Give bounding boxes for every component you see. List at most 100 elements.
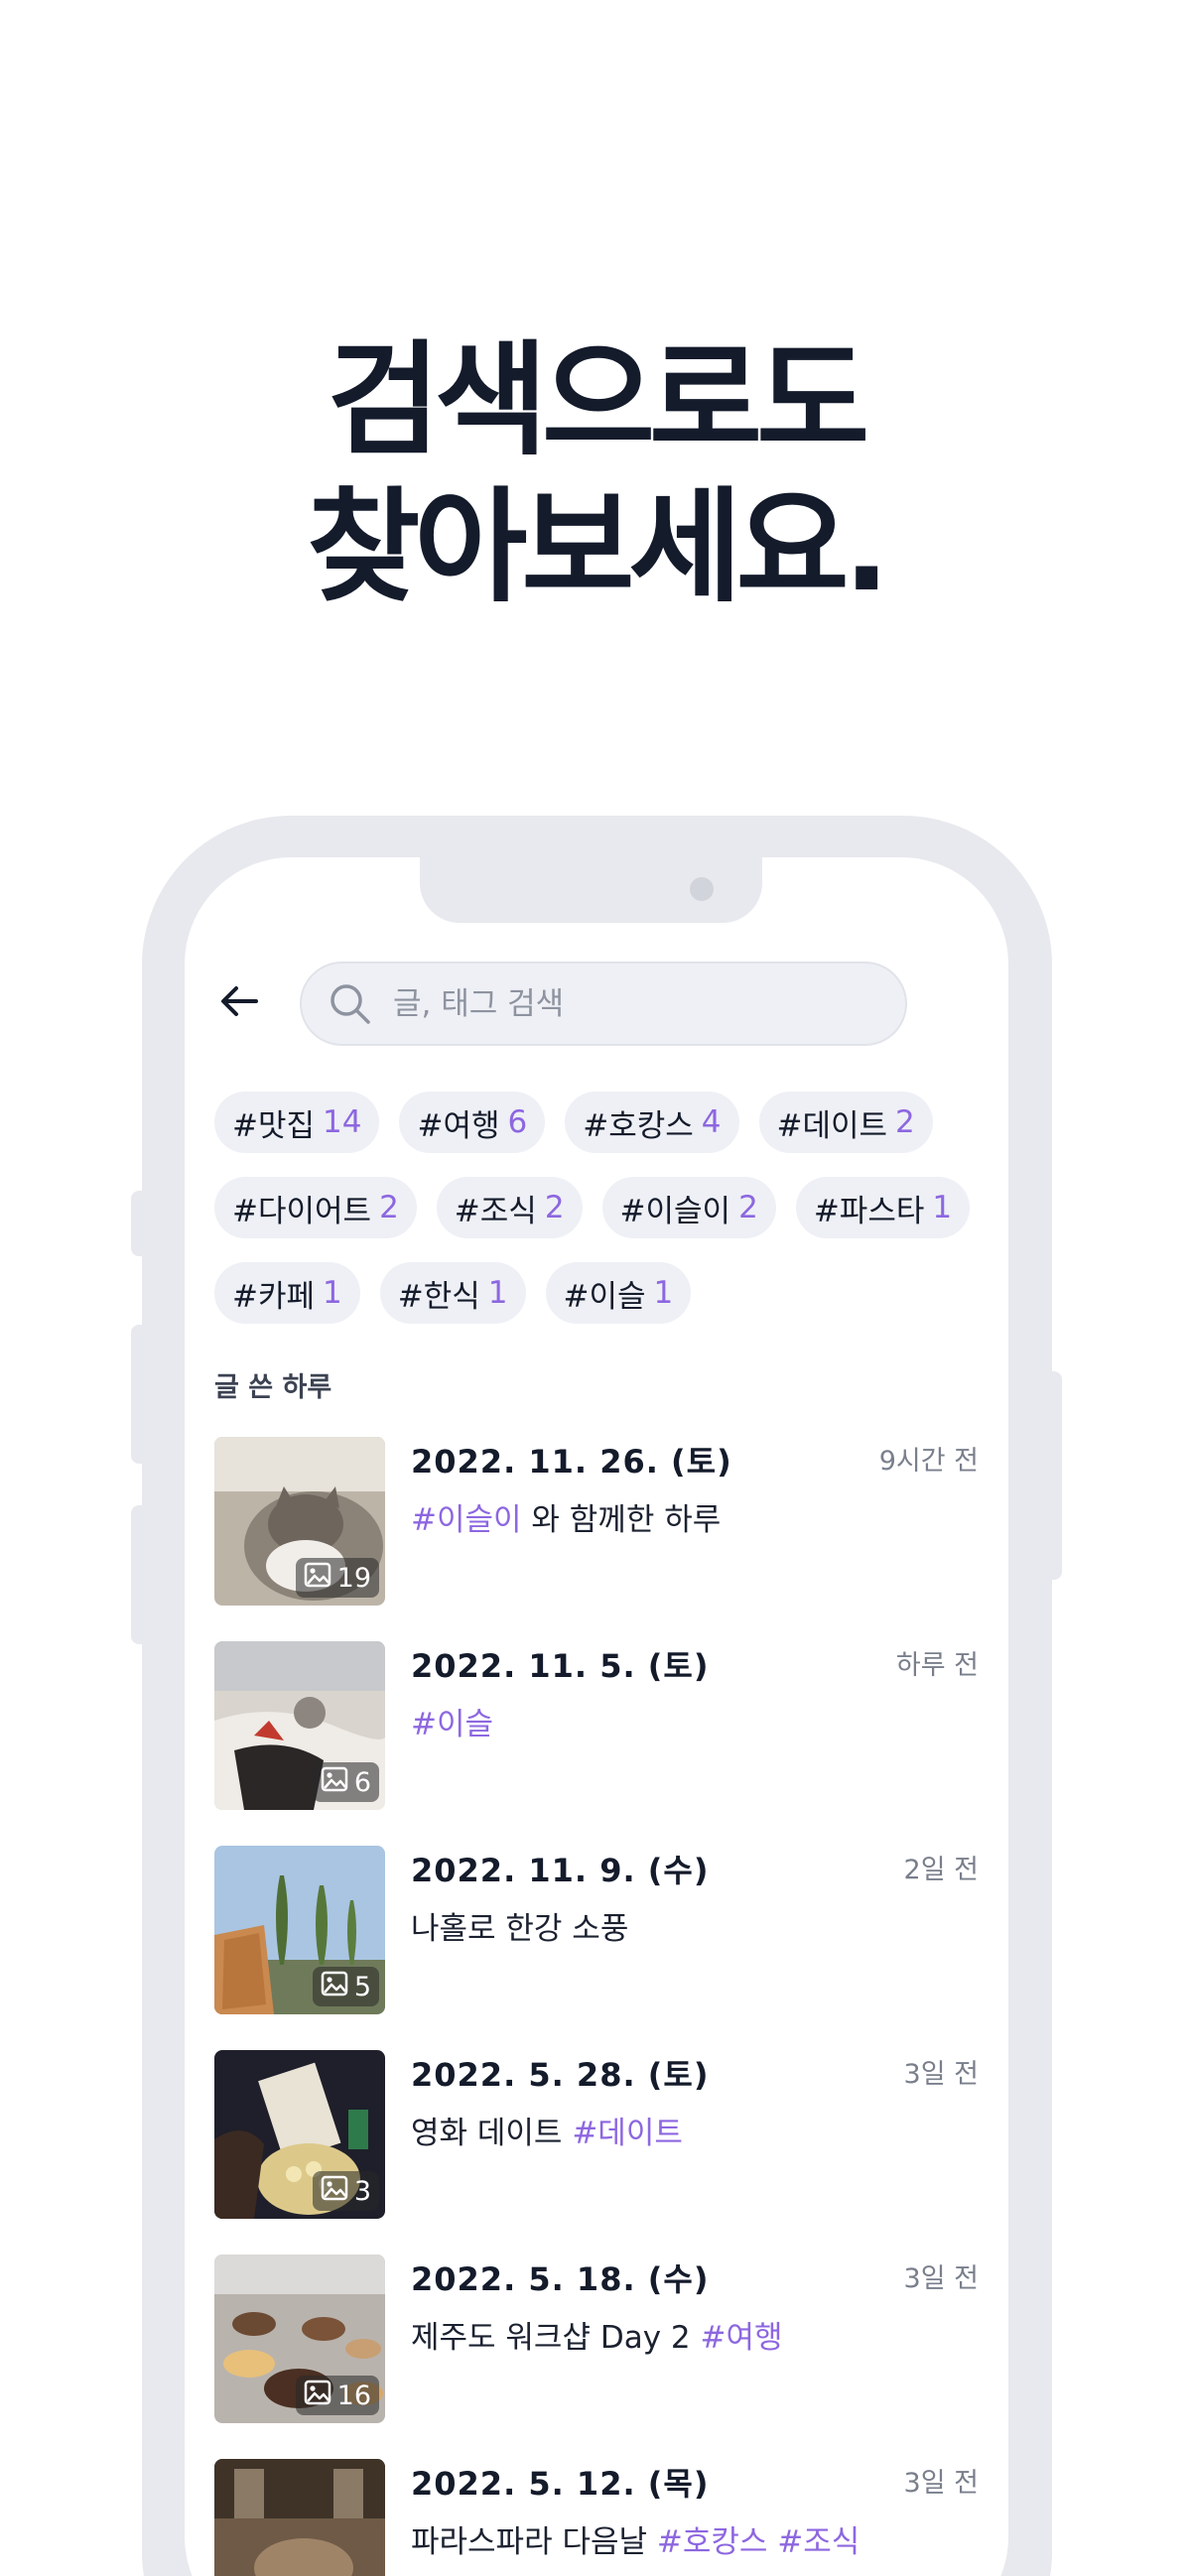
tag-chip[interactable]: #맛집 14 bbox=[214, 1092, 380, 1153]
post-time-ago: 3일 전 bbox=[903, 2468, 979, 2499]
headline-line-2: 찾아보세요. bbox=[307, 476, 890, 619]
tag-chip[interactable]: #이슬 1 bbox=[545, 1262, 692, 1324]
tag-chip-count: 2 bbox=[379, 1190, 399, 1225]
tag-chip-count: 1 bbox=[653, 1275, 674, 1311]
post-title: 나홀로 한강 소풍 bbox=[411, 1903, 628, 1948]
search-bar[interactable] bbox=[300, 962, 907, 1046]
tag-chip-count: 1 bbox=[323, 1275, 342, 1311]
tag-chip[interactable]: #카페 1 bbox=[214, 1262, 360, 1324]
photo-count: 5 bbox=[353, 1971, 371, 2002]
post-hashtag[interactable]: #데이트 bbox=[572, 2116, 683, 2151]
tag-chip[interactable]: #한식 1 bbox=[379, 1262, 526, 1324]
post-hashtag[interactable]: #호캉스 #조식 bbox=[657, 2524, 860, 2560]
post-title: 파라스파라 다음날 #호캉스 #조식 bbox=[411, 2516, 860, 2561]
post-list-item[interactable]: 5 2022. 11. 9. (수) 2일 전나홀로 한강 소풍 bbox=[214, 1846, 979, 2014]
tag-chip-label: #여행 bbox=[417, 1107, 500, 1144]
tag-chip-label: #다이어트 bbox=[232, 1193, 372, 1229]
tag-chip[interactable]: #파스타 1 bbox=[795, 1177, 971, 1238]
tag-chip[interactable]: #호캉스 4 bbox=[565, 1092, 739, 1153]
post-hashtag[interactable]: #여행 bbox=[700, 2320, 782, 2356]
post-list-item[interactable]: 3 2022. 5. 28. (토) 3일 전영화 데이트 #데이트 bbox=[214, 2050, 979, 2219]
headline-line-1: 검색으로도 bbox=[327, 329, 869, 472]
post-list-item[interactable]: 16 2022. 5. 18. (수) 3일 전제주도 워크샵 Day 2 #여행 bbox=[214, 2254, 979, 2423]
back-arrow-icon[interactable] bbox=[214, 976, 264, 1026]
tag-chip[interactable]: #조식 2 bbox=[436, 1177, 583, 1238]
post-date: 2022. 11. 26. (토) bbox=[411, 1443, 732, 1481]
post-title: #이슬이 와 함께한 하루 bbox=[411, 1494, 721, 1539]
photo-count-badge: 3 bbox=[312, 2171, 379, 2211]
tag-chip-label: #한식 bbox=[397, 1278, 480, 1315]
post-list-item[interactable]: 19 2022. 11. 26. (토) 9시간 전 #이슬이 와 함께한 하루 bbox=[214, 1437, 979, 1606]
post-date: 2022. 11. 9. (수) bbox=[411, 1852, 710, 1889]
search-input[interactable] bbox=[393, 985, 905, 1022]
tag-chip-label: #파스타 bbox=[813, 1193, 925, 1229]
photo-count-badge: 19 bbox=[295, 1558, 379, 1598]
post-thumbnail: 3 bbox=[214, 2050, 385, 2219]
photo-count: 6 bbox=[353, 1766, 371, 1798]
tag-chip-label: #호캉스 bbox=[583, 1107, 694, 1144]
post-list-item[interactable]: 6 2022. 11. 5. (토) 하루 전 #이슬 bbox=[214, 1641, 979, 1810]
section-title: 글 쓴 하루 bbox=[214, 1372, 332, 1403]
tag-chip-count: 6 bbox=[507, 1104, 528, 1140]
post-hashtag[interactable]: #이슬이 bbox=[411, 1502, 522, 1538]
post-list: 19 2022. 11. 26. (토) 9시간 전 #이슬이 와 함께한 하루 6 20… bbox=[214, 1437, 979, 2576]
post-thumbnail: 6 bbox=[214, 1641, 385, 1810]
photo-count: 3 bbox=[353, 2175, 371, 2207]
tag-chip-label: #이슬이 bbox=[619, 1193, 731, 1229]
photo-count-badge: 6 bbox=[312, 1762, 379, 1802]
tag-chip-count: 2 bbox=[738, 1190, 758, 1225]
post-time-ago: 3일 전 bbox=[903, 2059, 979, 2090]
photo-count-badge: 16 bbox=[295, 2376, 379, 2415]
post-time-ago: 2일 전 bbox=[903, 1855, 979, 1885]
post-time-ago: 9시간 전 bbox=[878, 1446, 979, 1477]
tag-chip[interactable]: #여행 6 bbox=[399, 1092, 546, 1153]
image-icon bbox=[304, 1562, 331, 1595]
photo-count: 16 bbox=[336, 2380, 371, 2411]
post-thumbnail: 19 bbox=[214, 1437, 385, 1606]
image-icon bbox=[321, 1971, 348, 2003]
headline: 검색으로도 찾아보세요. bbox=[0, 327, 1191, 621]
photo-count-badge: 5 bbox=[312, 1967, 379, 2006]
post-date: 2022. 5. 18. (수) bbox=[411, 2260, 710, 2298]
tag-chip-count: 14 bbox=[323, 1104, 362, 1140]
tag-chip-label: #맛집 bbox=[232, 1107, 316, 1144]
search-icon bbox=[331, 983, 370, 1024]
post-time-ago: 하루 전 bbox=[895, 1650, 979, 1681]
tag-chip-label: #카페 bbox=[232, 1278, 316, 1315]
post-title: 영화 데이트 #데이트 bbox=[411, 2108, 683, 2152]
image-icon bbox=[321, 1766, 348, 1799]
tag-chip[interactable]: #다이어트 2 bbox=[214, 1177, 417, 1238]
post-text: 와 함께한 하루 bbox=[531, 1502, 722, 1538]
tag-chip-count: 2 bbox=[544, 1190, 565, 1225]
post-thumbnail bbox=[214, 2459, 385, 2576]
phone-screen: #맛집14#여행6#호캉스4#데이트2#다이어트2#조식2#이슬이2#파스타1#… bbox=[185, 857, 1008, 2576]
post-text: 나홀로 한강 소풍 bbox=[411, 1911, 629, 1947]
tag-chip-count: 4 bbox=[701, 1104, 722, 1140]
promo-page: 검색으로도 찾아보세요. #맛집14#여행6#호캉스4#데이트2#다이어트2#조… bbox=[0, 0, 1191, 2576]
post-list-item[interactable]: 2022. 5. 12. (목) 3일 전파라스파라 다음날 #호캉스 #조식 bbox=[214, 2459, 979, 2576]
post-text: 영화 데이트 bbox=[411, 2116, 563, 2151]
post-thumbnail: 16 bbox=[214, 2254, 385, 2423]
camera-dot bbox=[690, 877, 714, 901]
tag-chip-count: 2 bbox=[895, 1104, 915, 1140]
post-date: 2022. 5. 28. (토) bbox=[411, 2056, 710, 2094]
image-icon bbox=[304, 2380, 331, 2412]
tag-chip-label: #이슬 bbox=[563, 1278, 646, 1315]
post-date: 2022. 5. 12. (목) bbox=[411, 2465, 710, 2503]
tag-chip-count: 1 bbox=[487, 1275, 508, 1311]
post-text: 파라스파라 다음날 bbox=[411, 2524, 648, 2560]
post-hashtag[interactable]: #이슬 bbox=[411, 1707, 493, 1742]
photo-count: 19 bbox=[336, 1562, 371, 1594]
tag-chip-label: #조식 bbox=[454, 1193, 537, 1229]
tag-chip-label: #데이트 bbox=[776, 1107, 888, 1144]
phone-notch bbox=[420, 857, 762, 923]
post-thumbnail: 5 bbox=[214, 1846, 385, 2014]
post-title: #이슬 bbox=[411, 1699, 493, 1743]
tag-chip[interactable]: #데이트 2 bbox=[758, 1092, 933, 1153]
post-text: 제주도 워크샵 Day 2 bbox=[411, 2320, 691, 2356]
tag-chip-list: #맛집 14 #여행 6 #호캉스 4 #데이트 2 #다이어트 2 #조식 2 #이슬이 2 #파스타 1 #… bbox=[214, 1092, 998, 1324]
post-date: 2022. 11. 5. (토) bbox=[411, 1647, 710, 1685]
tag-chip[interactable]: #이슬이 2 bbox=[601, 1177, 776, 1238]
photo-image bbox=[214, 2459, 385, 2576]
post-time-ago: 3일 전 bbox=[903, 2263, 979, 2294]
